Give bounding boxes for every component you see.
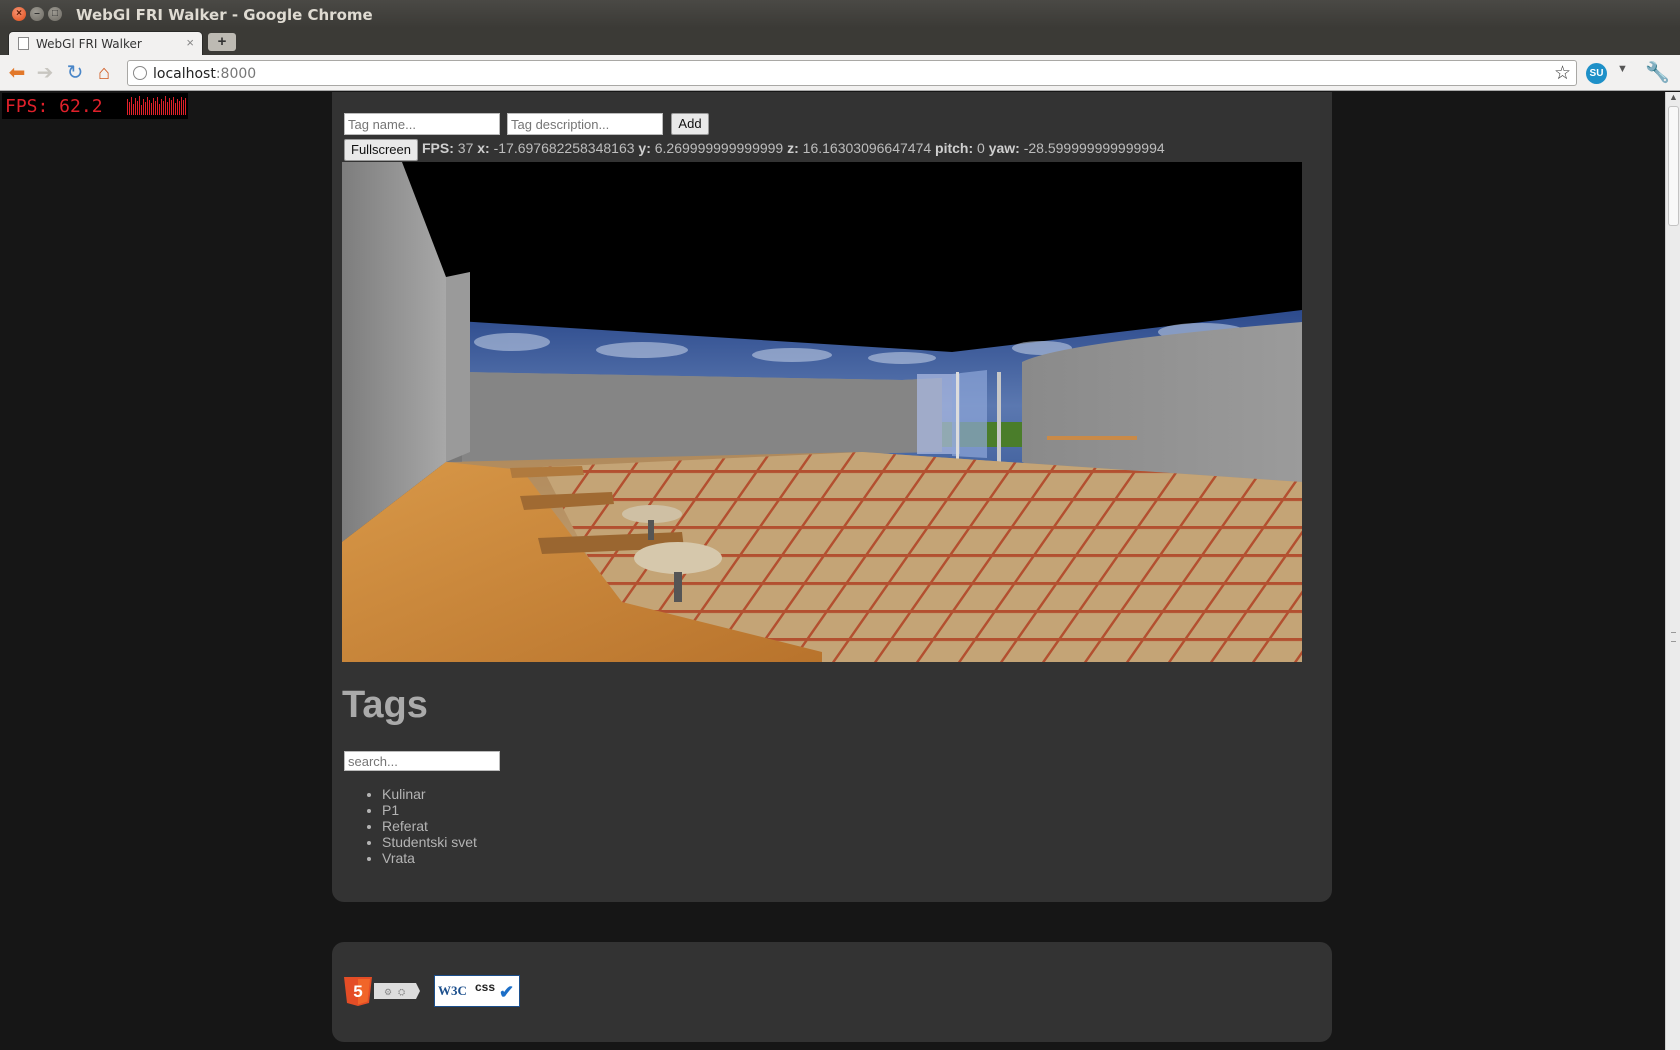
css-label: css — [475, 980, 496, 994]
tag-list-item[interactable]: Referat — [382, 818, 477, 834]
tab-strip: WebGl FRI Walker × + — [0, 28, 1680, 55]
html5-badge-digit: 5 — [353, 982, 362, 1001]
back-arrow-icon[interactable]: ⬅ — [5, 61, 29, 85]
yaw-value: -28.599999999999994 — [1023, 140, 1165, 156]
home-icon[interactable]: ⌂ — [92, 61, 116, 85]
tag-name-input[interactable] — [344, 113, 500, 135]
z-value: 16.16303096647474 — [802, 140, 932, 156]
w3c-css-badge[interactable]: W3C css ✔ — [434, 975, 520, 1007]
tag-list: Kulinar P1 Referat Studentski svet Vrata — [382, 786, 477, 866]
window-titlebar: × – □ WebGl FRI Walker - Google Chrome — [0, 0, 1680, 28]
fps-stats-overlay: FPS: 62.2 — [2, 93, 188, 119]
tag-description-input[interactable] — [507, 113, 663, 135]
browser-tab[interactable]: WebGl FRI Walker × — [8, 31, 203, 55]
fps-value: 37 — [457, 140, 474, 156]
page-viewport: FPS: 62.2 Add Fullscreen FPS: 37 x: — [0, 92, 1665, 1050]
tag-list-item[interactable]: Vrata — [382, 850, 477, 866]
window-title: WebGl FRI Walker - Google Chrome — [76, 6, 373, 24]
scrollbar-thumb[interactable] — [1668, 106, 1679, 226]
fps-label: FPS: — [422, 140, 454, 156]
url-host: localhost — [153, 66, 216, 82]
globe-icon — [133, 66, 147, 80]
pitch-value: 0 — [977, 140, 985, 156]
fps-overlay-text: FPS: 62.2 — [5, 96, 103, 117]
camera-stats: FPS: 37 x: -17.697682258348163 y: 6.2699… — [422, 140, 1165, 156]
tab-close-icon[interactable]: × — [186, 35, 194, 50]
svg-text:⚙: ⚙ — [384, 987, 392, 997]
scroll-up-arrow-icon[interactable]: ▲ — [1669, 92, 1678, 102]
extension-dropdown-icon[interactable]: ▼ — [1617, 63, 1628, 75]
tag-list-item[interactable]: Kulinar — [382, 786, 477, 802]
tags-heading: Tags — [342, 684, 428, 726]
y-label: y: — [638, 140, 651, 156]
main-panel: Add Fullscreen FPS: 37 x: -17.6976822583… — [332, 92, 1332, 902]
yaw-label: yaw: — [988, 140, 1020, 156]
fps-graph — [127, 96, 186, 115]
reload-icon[interactable]: ↻ — [63, 61, 87, 85]
browser-toolbar: ⬅ ➔ ↻ ⌂ localhost:8000 ☆ SU ▼ 🔧 — [0, 55, 1680, 91]
stumbleupon-extension-icon[interactable]: SU — [1586, 63, 1607, 84]
tag-list-item[interactable]: Studentski svet — [382, 834, 477, 850]
wrench-menu-icon[interactable]: 🔧 — [1645, 60, 1670, 85]
svg-text:⛭: ⛭ — [398, 987, 405, 997]
html5-badge-icon[interactable]: 5 ⚙ ⛭ — [342, 975, 422, 1007]
w3c-logo-text: W3C — [438, 983, 467, 998]
page-favicon-icon — [18, 37, 29, 50]
checkmark-icon: ✔ — [499, 982, 515, 1002]
window-minimize-icon[interactable]: – — [30, 7, 44, 21]
scrollbar-grip-icon — [1671, 632, 1676, 642]
pitch-label: pitch: — [935, 140, 974, 156]
fullscreen-button[interactable]: Fullscreen — [344, 139, 418, 161]
vertical-scrollbar[interactable]: ▲ — [1665, 92, 1680, 1050]
url-port: :8000 — [215, 66, 257, 82]
window-close-icon[interactable]: × — [12, 7, 26, 21]
address-url[interactable]: localhost:8000 — [153, 66, 256, 82]
z-label: z: — [787, 140, 799, 156]
footer-panel: 5 ⚙ ⛭ W3C css ✔ — [332, 942, 1332, 1042]
window-maximize-icon[interactable]: □ — [48, 7, 62, 21]
add-tag-button[interactable]: Add — [671, 113, 709, 135]
forward-arrow-icon[interactable]: ➔ — [33, 61, 57, 85]
x-value: -17.697682258348163 — [493, 140, 635, 156]
tag-list-item[interactable]: P1 — [382, 802, 477, 818]
address-bar[interactable]: localhost:8000 ☆ — [127, 60, 1577, 86]
webgl-canvas[interactable] — [342, 162, 1302, 662]
tab-title: WebGl FRI Walker — [36, 37, 142, 51]
x-label: x: — [477, 140, 490, 156]
tag-search-input[interactable] — [344, 751, 500, 771]
bookmark-star-icon[interactable]: ☆ — [1554, 62, 1571, 85]
y-value: 6.269999999999999 — [654, 140, 784, 156]
new-tab-button[interactable]: + — [208, 33, 236, 51]
